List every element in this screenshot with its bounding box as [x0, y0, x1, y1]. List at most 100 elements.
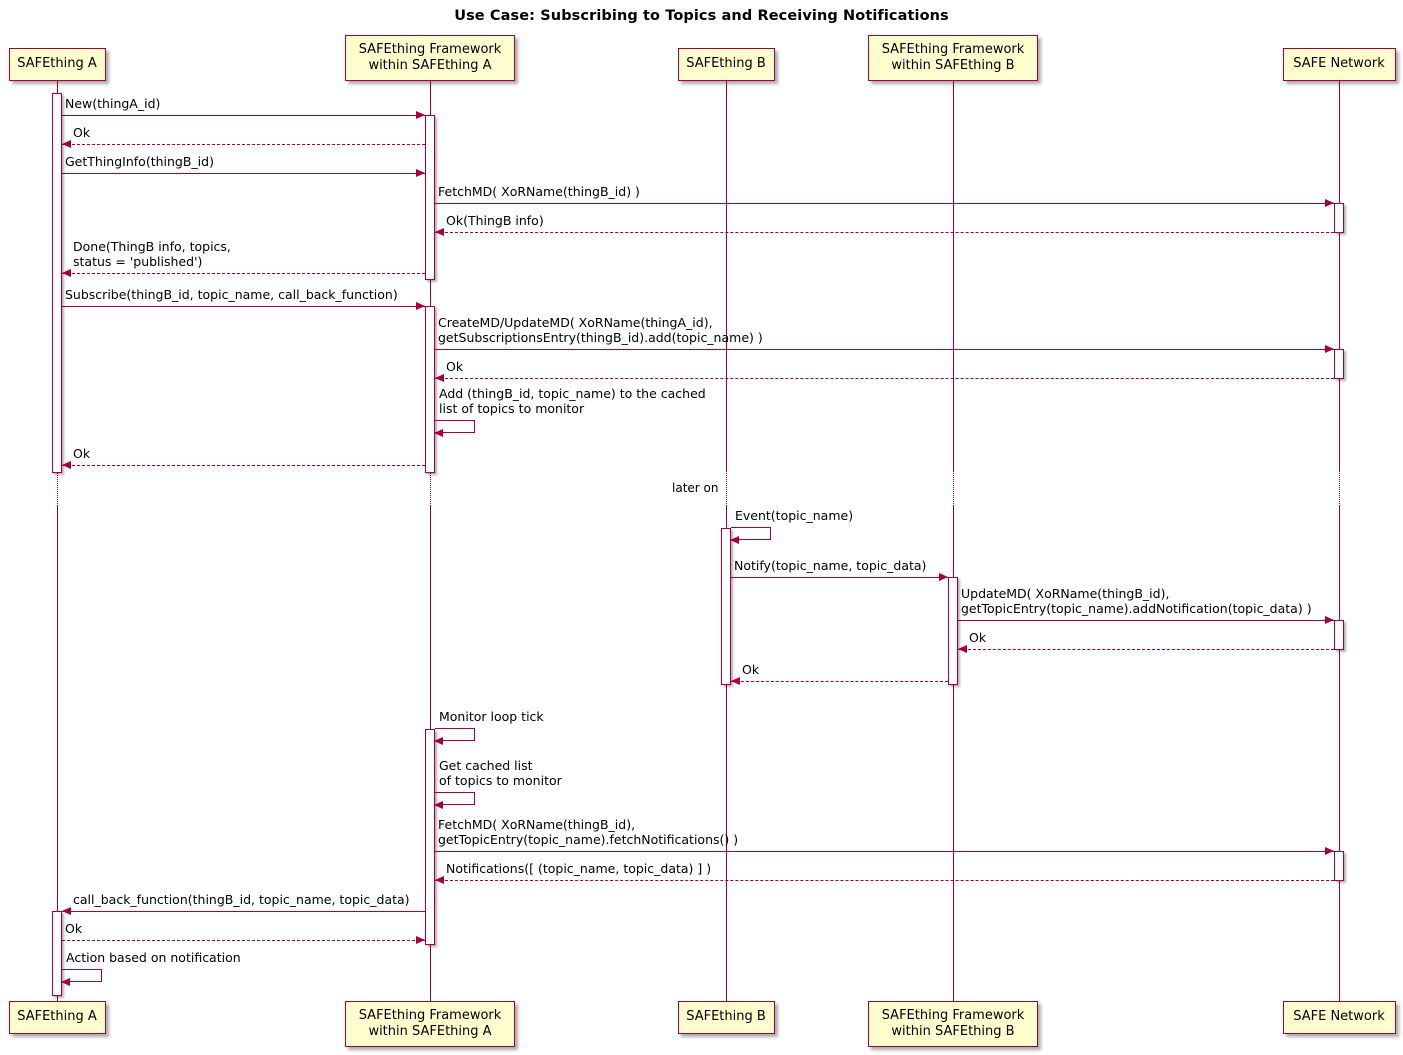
message-arrow-20 [435, 876, 444, 884]
message-arrow-22 [416, 936, 425, 944]
message-arrow-7 [416, 302, 425, 310]
self-message-arrow-12 [730, 535, 739, 544]
message-label-line: Ok [742, 662, 760, 677]
message-line-6 [62, 273, 425, 274]
lifeline-frameworkB [953, 81, 954, 470]
message-label-21: call_back_function(thingB_id, topic_name… [73, 892, 410, 907]
message-label-18: Get cached list of topics to monitor [439, 758, 562, 789]
self-message-arrow-17 [434, 736, 443, 745]
message-label-line: Ok(ThingB info) [446, 213, 544, 228]
message-label-20: Notifications([ (topic_name, topic_data)… [446, 861, 711, 876]
message-label-15: Ok [969, 630, 986, 645]
lifeline-delay-frameworkB [953, 470, 954, 506]
message-label-line: Subscribe(thingB_id, topic_name, call_ba… [65, 287, 398, 302]
activation-bar-frameworkA [425, 306, 435, 473]
activation-bar-network [1334, 349, 1344, 379]
participant-box-frameworkB-top: SAFEthing Framework within SAFEthing B [868, 35, 1038, 81]
participant-label: SAFEthing B [686, 1009, 766, 1025]
message-arrow-11 [62, 461, 71, 469]
message-line-7 [62, 306, 425, 307]
message-arrow-3 [416, 169, 425, 177]
lifeline-delay-frameworkA [430, 470, 431, 506]
message-label-line: UpdateMD( XoRName(thingB_id), [961, 586, 1170, 601]
participant-label: within SAFEthing B [891, 58, 1015, 73]
message-label-line: CreateMD/UpdateMD( XoRName(thingA_id), [438, 315, 713, 330]
participant-label: SAFEthing Framework [358, 41, 502, 57]
message-line-2 [62, 144, 425, 145]
message-label-line: Done(ThingB info, topics, [73, 239, 231, 254]
lifeline-delay-thingB [726, 470, 727, 506]
message-label-3: GetThingInfo(thingB_id) [65, 154, 214, 169]
message-label-line: GetThingInfo(thingB_id) [65, 154, 214, 169]
activation-bar-thingB [721, 528, 731, 685]
message-label-line: list of topics to monitor [439, 401, 585, 417]
message-label-line: of topics to monitor [439, 773, 562, 789]
activation-bar-frameworkB [948, 577, 958, 685]
message-label-9: Ok [446, 359, 463, 374]
lifeline-delay-thingA [57, 470, 58, 506]
message-label-line: New(thingA_id) [65, 96, 161, 111]
lifeline-thingB [726, 81, 727, 470]
message-arrow-9 [435, 374, 444, 382]
participant-box-thingB-top: SAFEthing B [677, 48, 775, 81]
message-label-23: Action based on notification [66, 950, 241, 965]
message-arrow-19 [1325, 847, 1334, 855]
message-label-line: Event(topic_name) [735, 508, 854, 523]
message-label-line: Ok [73, 446, 91, 461]
message-label-line: Monitor loop tick [439, 709, 544, 724]
participant-box-network-top: SAFE Network [1282, 48, 1396, 81]
message-label-4: FetchMD( XoRName(thingB_id) ) [438, 184, 640, 199]
message-label-line: status = 'published') [73, 254, 203, 270]
message-line-1 [62, 115, 425, 116]
message-line-21 [62, 911, 425, 912]
activation-bar-network [1334, 620, 1344, 650]
message-label-line: Get cached list [439, 758, 533, 773]
self-message-arrow-18 [434, 800, 443, 809]
lifeline-network [1339, 506, 1340, 1001]
message-arrow-13 [939, 573, 948, 581]
message-line-13 [731, 577, 948, 578]
message-label-16: Ok [742, 662, 759, 677]
sequence-diagram-canvas: Use Case: Subscribing to Topics and Rece… [0, 0, 1403, 1055]
participant-label: within SAFEthing A [368, 58, 492, 73]
message-label-19: FetchMD( XoRName(thingB_id), getTopicEntr… [438, 817, 738, 848]
participant-box-frameworkA-top: SAFEthing Framework within SAFEthing A [345, 35, 515, 81]
participant-label: SAFEthing A [17, 1009, 97, 1025]
message-label-line: FetchMD( XoRName(thingB_id) ) [438, 184, 640, 199]
message-label-10: Add (thingB_id, topic_name) to the cache… [439, 386, 706, 417]
message-line-9 [435, 378, 1334, 379]
message-line-19 [435, 851, 1334, 852]
message-arrow-8 [1325, 345, 1334, 353]
message-label-14: UpdateMD( XoRName(thingB_id), getTopicEnt… [961, 586, 1312, 617]
message-label-7: Subscribe(thingB_id, topic_name, call_ba… [65, 287, 398, 302]
lifeline-delay-network [1339, 470, 1340, 506]
message-arrow-21 [62, 907, 71, 915]
message-arrow-6 [62, 269, 71, 277]
message-label-17: Monitor loop tick [439, 709, 544, 724]
participant-box-thingA-top: SAFEthing A [8, 48, 106, 81]
participant-box-frameworkA-bottom: SAFEthing Framework within SAFEthing A [345, 1001, 515, 1047]
activation-bar-network [1334, 851, 1344, 881]
message-arrow-16 [731, 677, 740, 685]
message-label-8: CreateMD/UpdateMD( XoRName(thingA_id), ge… [438, 315, 763, 346]
lifeline-network [1339, 81, 1340, 470]
self-message-arrow-23 [61, 977, 70, 986]
message-arrow-4 [1325, 199, 1334, 207]
participant-label: SAFEthing Framework [358, 1007, 502, 1023]
message-line-4 [435, 203, 1334, 204]
message-label-line: FetchMD( XoRName(thingB_id), [438, 817, 636, 832]
activation-bar-frameworkA [425, 115, 435, 280]
delay-label: later on [672, 481, 719, 495]
message-label-line: Ok [446, 359, 464, 374]
message-label-6: Done(ThingB info, topics, status = 'publi… [73, 239, 231, 270]
message-line-16 [731, 681, 948, 682]
participant-label: SAFEthing Framework [881, 1007, 1025, 1023]
activation-bar-frameworkA [425, 729, 435, 945]
message-label-5: Ok(ThingB info) [446, 213, 544, 228]
message-label-line: Notifications([ (topic_name, topic_data)… [446, 861, 712, 876]
activation-bar-thingA [52, 93, 62, 473]
participant-label: SAFE Network [1293, 56, 1385, 72]
message-line-8 [435, 349, 1334, 350]
message-label-12: Event(topic_name) [735, 508, 853, 523]
participant-label: SAFEthing B [686, 56, 766, 72]
